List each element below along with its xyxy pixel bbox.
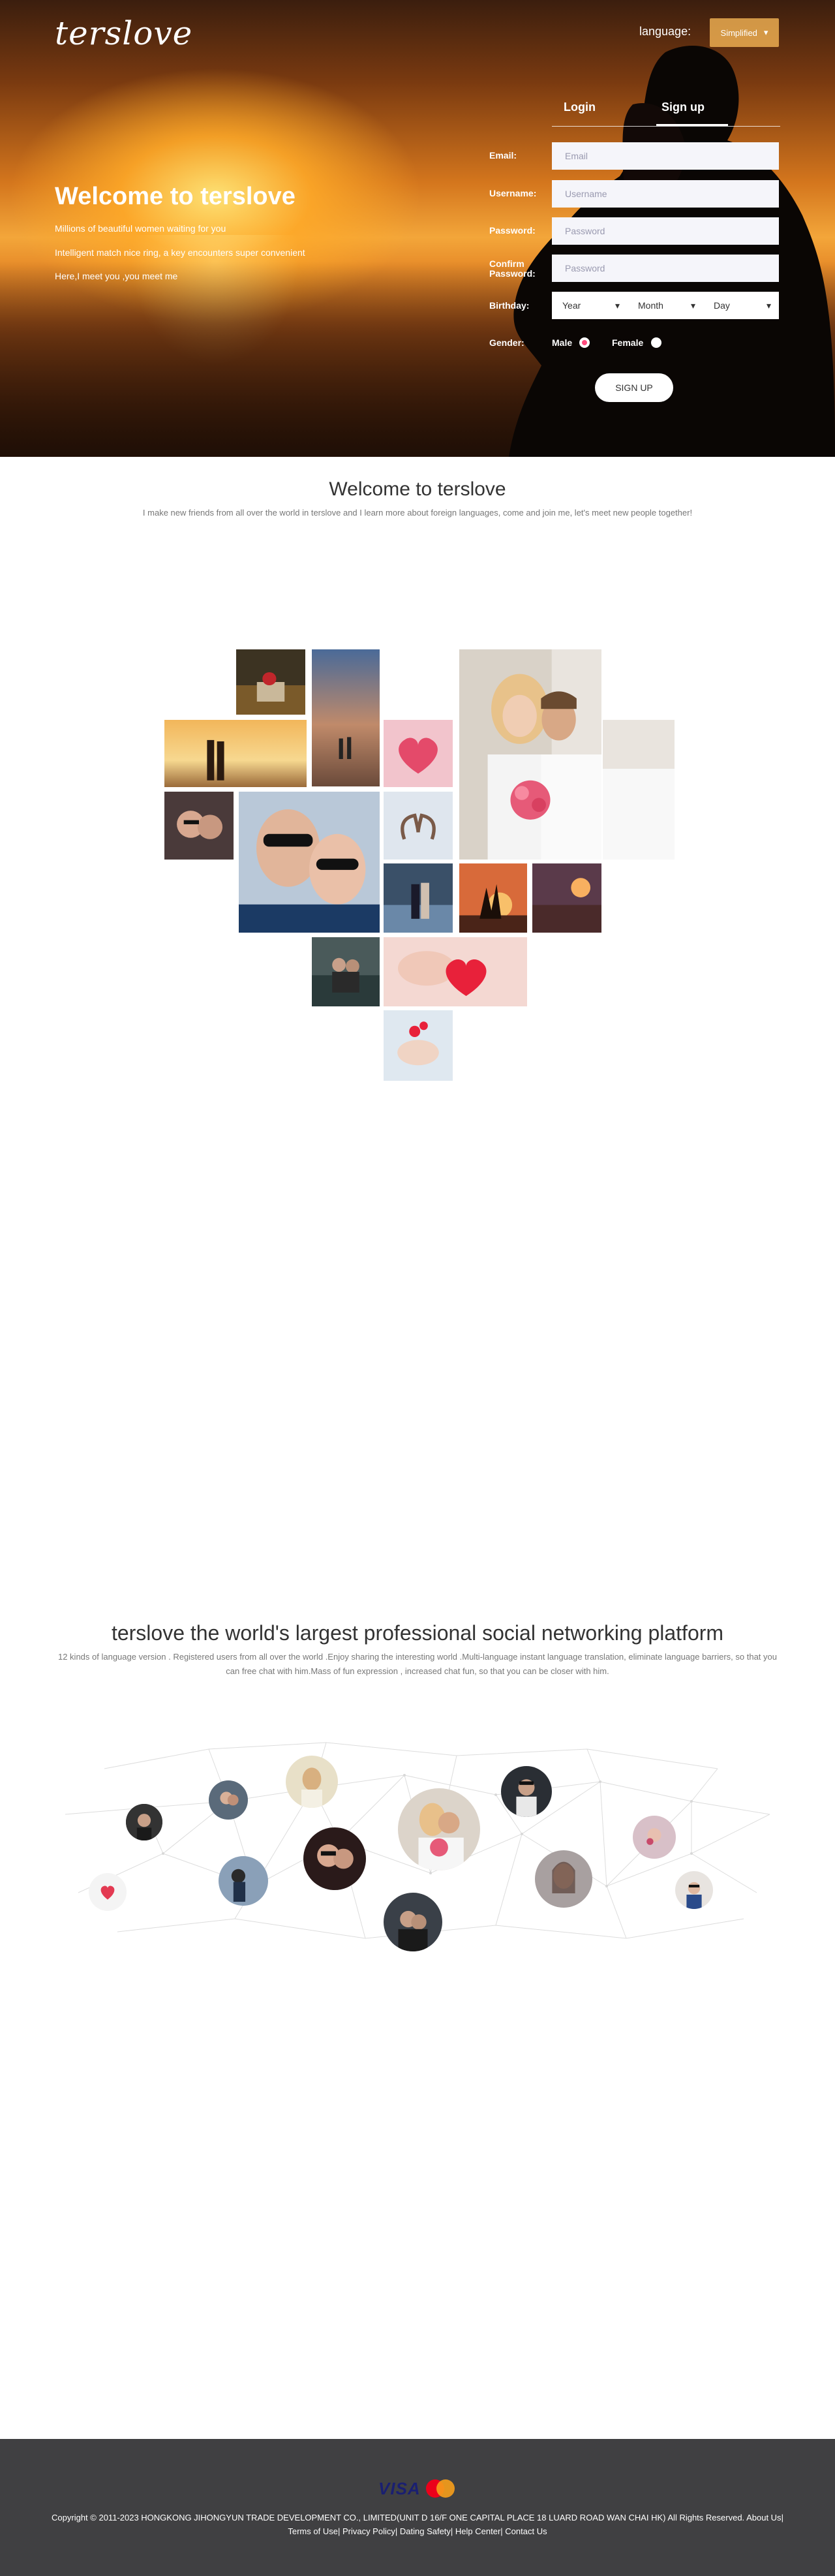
platform-section-subtitle: 12 kinds of language version . Registere…	[57, 1652, 777, 1676]
chevron-down-icon: ▾	[766, 300, 771, 311]
gender-label: Gender:	[489, 337, 524, 348]
member-avatar[interactable]	[89, 1873, 127, 1911]
collage-photo-pink-heart	[384, 720, 453, 787]
member-avatar[interactable]	[384, 1893, 442, 1951]
tab-signup[interactable]: Sign up	[661, 101, 705, 114]
password-label: Password:	[489, 225, 536, 236]
collage-photo-sunset-couple	[164, 720, 307, 787]
day-select[interactable]: Day ▾	[703, 292, 779, 319]
collage-photo-selfie-couple	[164, 792, 234, 860]
collage-photo-beach-couple	[312, 649, 380, 786]
footer-link-contact[interactable]: Contact Us	[505, 2526, 547, 2536]
day-select-label: Day	[714, 300, 730, 311]
collage-photo-couple-flowers-extension	[603, 720, 675, 860]
password-field[interactable]	[552, 217, 779, 245]
email-label: Email:	[489, 150, 517, 161]
signup-button[interactable]: SIGN UP	[595, 373, 673, 402]
month-select[interactable]: Month ▾	[628, 292, 703, 319]
collage-photo-heart-hands	[384, 792, 453, 860]
member-avatar[interactable]	[303, 1827, 366, 1890]
chevron-down-icon: ▾	[763, 27, 768, 37]
collage-photo-holding-hands	[384, 1010, 453, 1081]
hero-title: Welcome to terslove	[55, 183, 296, 210]
chevron-down-icon: ▾	[690, 300, 695, 311]
member-avatar[interactable]	[126, 1804, 162, 1840]
visa-logo: VISA	[378, 2478, 421, 2498]
year-select-label: Year	[562, 300, 581, 311]
username-label: Username:	[489, 188, 537, 198]
female-label: Female	[612, 337, 644, 348]
language-select[interactable]: Simplified ▾	[710, 18, 779, 47]
member-avatar[interactable]	[398, 1788, 480, 1870]
footer-link-privacy[interactable]: Privacy Policy	[342, 2526, 395, 2536]
collage-photo-gift-box	[236, 649, 305, 715]
month-select-label: Month	[638, 300, 663, 311]
hero-line: Millions of beautiful women waiting for …	[55, 223, 226, 234]
language-value: Simplified	[720, 27, 757, 38]
payment-logos: VISA	[378, 2477, 458, 2500]
welcome-section-subtitle: I make new friends from all over the wor…	[142, 508, 693, 518]
male-radio[interactable]	[579, 337, 590, 348]
auth-tabs: Login Sign up	[552, 98, 780, 127]
year-select[interactable]: Year ▾	[552, 292, 628, 319]
username-field[interactable]	[552, 180, 779, 208]
member-avatar[interactable]	[209, 1780, 248, 1820]
collage-photo-red-heart	[384, 937, 527, 1006]
collage-photo-field-sunset	[532, 863, 601, 933]
language-label: language:	[639, 25, 691, 38]
birthday-selects: Year ▾ Month ▾ Day ▾	[552, 292, 779, 319]
platform-section-title: terslove the world's largest professiona…	[111, 1621, 724, 1645]
collage-photo-bridge-couple	[384, 863, 453, 933]
confirm-password-label: Confirm Password:	[489, 258, 536, 279]
member-avatar[interactable]	[219, 1856, 268, 1906]
email-field[interactable]	[552, 142, 779, 170]
male-label: Male	[552, 337, 573, 348]
site-footer: VISA Copyright © 2011-2023 HONGKONG JIHO…	[0, 2439, 835, 2576]
copyright-line: Copyright © 2011-2023 HONGKONG JIHONGYUN…	[52, 2513, 745, 2522]
confirm-password-field[interactable]	[552, 255, 779, 282]
copyright-text: Copyright © 2011-2023 HONGKONG JIHONGYUN…	[52, 2513, 783, 2536]
hero-line: Here,I meet you ,you meet me	[55, 271, 178, 281]
site-logo[interactable]: terslove	[55, 14, 192, 52]
welcome-section-title: Welcome to terslove	[329, 478, 506, 500]
chevron-down-icon: ▾	[615, 300, 620, 311]
member-avatar[interactable]	[675, 1871, 713, 1909]
hero-banner: terslove language: Simplified ▾ Welcome …	[0, 0, 835, 457]
tab-login[interactable]: Login	[564, 101, 596, 114]
collage-photo-laughing-couple	[239, 792, 380, 933]
collage-photo-sunset-hug	[459, 863, 527, 933]
footer-link-terms[interactable]: Terms of Use	[288, 2526, 338, 2536]
footer-link-safety[interactable]: Dating Safety	[400, 2526, 451, 2536]
birthday-label: Birthday:	[489, 300, 530, 311]
member-avatar[interactable]	[286, 1756, 338, 1808]
female-radio[interactable]	[651, 337, 661, 348]
member-avatar[interactable]	[633, 1816, 676, 1859]
hero-line: Intelligent match nice ring, a key encou…	[55, 247, 305, 258]
collage-photo-couple-flowers	[459, 649, 601, 860]
footer-link-about[interactable]: About Us	[746, 2513, 781, 2522]
collage-photo-sitting-couple	[312, 937, 380, 1006]
mastercard-logo	[425, 2479, 455, 2498]
footer-link-help[interactable]: Help Center	[455, 2526, 500, 2536]
member-avatar[interactable]	[535, 1850, 592, 1908]
member-avatar[interactable]	[501, 1766, 552, 1817]
active-tab-indicator	[656, 124, 728, 126]
